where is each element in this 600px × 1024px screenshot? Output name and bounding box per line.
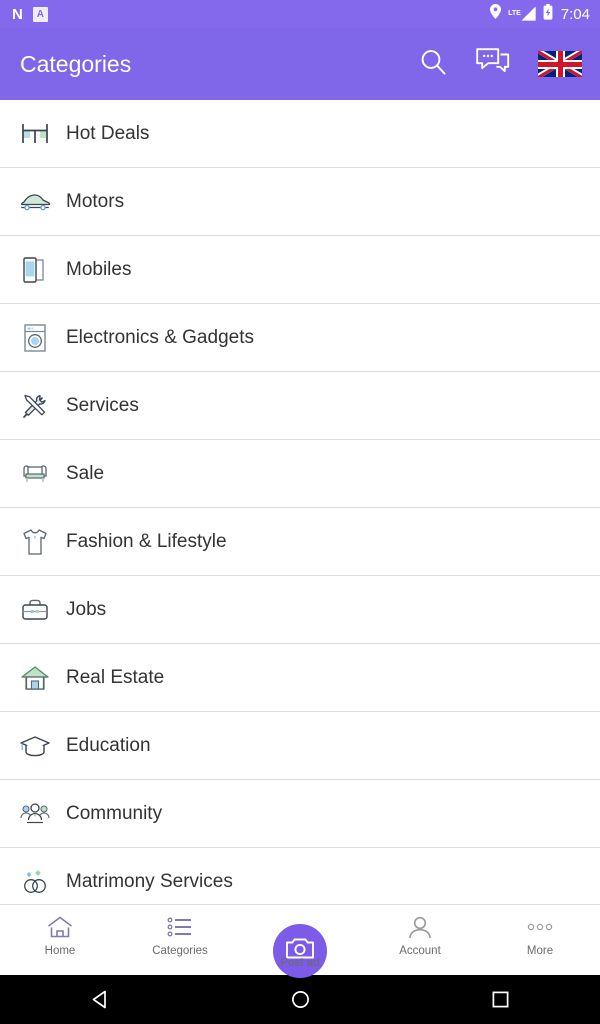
list-item[interactable]: Mobiles (0, 236, 600, 304)
back-triangle-icon[interactable] (65, 975, 135, 1024)
battery-charging-icon (543, 3, 553, 25)
washing-machine-icon (18, 321, 52, 355)
nav-item-account[interactable]: Account (360, 905, 480, 957)
nav-label: Home (44, 945, 76, 957)
page-title: Categories (20, 50, 132, 77)
graduation-cap-icon (18, 729, 52, 763)
search-icon[interactable] (418, 47, 448, 82)
notification-a-icon: A (32, 6, 48, 22)
list-icon (167, 915, 193, 939)
people-group-icon (18, 797, 52, 831)
status-indicators: LTE 7:04 (490, 3, 590, 25)
nav-label: Account (399, 945, 441, 957)
list-item-label: Services (66, 394, 139, 416)
person-icon (407, 915, 433, 939)
list-item-label: Electronics & Gadgets (66, 326, 254, 348)
tools-icon (18, 389, 52, 423)
app-bar-actions (418, 47, 582, 82)
list-item[interactable]: Electronics & Gadgets (0, 304, 600, 372)
briefcase-icon (18, 593, 52, 627)
status-bar: N A LTE 7:04 (0, 0, 600, 28)
list-item-label: Motors (66, 190, 125, 212)
chat-icon[interactable] (476, 47, 510, 81)
nav-item-categories[interactable]: Categories (120, 905, 240, 957)
category-list: Hot Deals Motors Mobiles Electronics & G… (0, 100, 600, 916)
list-item[interactable]: Jobs (0, 576, 600, 644)
sofa-icon (18, 457, 52, 491)
list-item[interactable]: Motors (0, 168, 600, 236)
list-item-label: Education (66, 734, 151, 756)
post-ad-label: Post ad (280, 957, 320, 969)
list-item-label: Sale (66, 462, 105, 484)
list-item-label: Hot Deals (66, 122, 150, 144)
signal-icon: LTE (508, 7, 536, 21)
list-item-label: Mobiles (66, 258, 132, 280)
list-item-label: Jobs (66, 598, 107, 620)
list-item-label: Community (66, 802, 163, 824)
status-notifications: N A (12, 5, 48, 23)
mobile-phone-icon (18, 253, 52, 287)
car-icon (18, 185, 52, 219)
app-bar: Categories (0, 28, 600, 100)
nav-label: More (526, 945, 554, 957)
list-item[interactable]: Real Estate (0, 644, 600, 712)
list-item[interactable]: Community (0, 780, 600, 848)
list-item-label: Matrimony Services (66, 870, 233, 892)
recents-square-icon[interactable] (465, 975, 535, 1024)
nav-item-home[interactable]: Home (0, 905, 120, 957)
home-icon (47, 915, 73, 939)
android-navigation-bar (0, 975, 600, 1024)
post-ad-button[interactable] (273, 924, 327, 978)
hot-deals-icon (18, 117, 52, 151)
more-dots-icon (525, 915, 555, 939)
list-item[interactable]: Education (0, 712, 600, 780)
nav-item-more[interactable]: More (480, 905, 600, 957)
list-item-label: Real Estate (66, 666, 165, 688)
language-flag-icon[interactable] (538, 51, 582, 77)
list-item[interactable]: Hot Deals (0, 100, 600, 168)
tshirt-icon (18, 525, 52, 559)
location-pin-icon (490, 4, 502, 24)
list-item[interactable]: Services (0, 372, 600, 440)
list-item-label: Fashion & Lifestyle (66, 530, 227, 552)
list-item[interactable]: Sale (0, 440, 600, 508)
home-circle-icon[interactable] (265, 975, 335, 1024)
wedding-rings-icon (18, 865, 52, 899)
list-item[interactable]: Fashion & Lifestyle (0, 508, 600, 576)
status-time: 7:04 (560, 5, 590, 23)
house-icon (18, 661, 52, 695)
nav-label: Categories (152, 945, 208, 957)
nav-item-post-ad[interactable] (240, 905, 360, 915)
notification-n-icon: N (12, 5, 23, 23)
